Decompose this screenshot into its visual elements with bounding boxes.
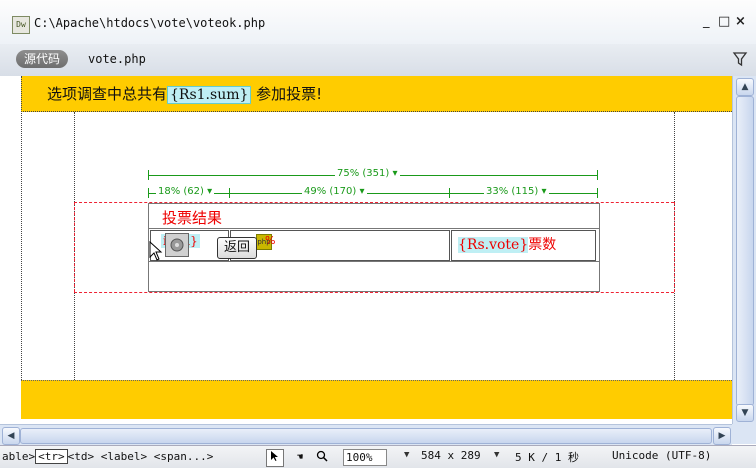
download-weight: 5 K / 1 秒 (515, 451, 579, 464)
column2-width-label[interactable]: 49% (170) ▾ (302, 186, 367, 197)
zoom-tool-icon[interactable] (313, 449, 331, 467)
tag-table[interactable]: able> (2, 450, 35, 463)
banner-suffix: 参加投票! (256, 85, 323, 103)
vote-count: {Rs.vote}票数 (458, 234, 556, 254)
scroll-left-arrow-icon[interactable]: ◀ (2, 427, 20, 445)
sum-variable[interactable]: {Rs1.sum} (167, 86, 252, 104)
percent-suffix: % (265, 234, 276, 247)
pointer-tool-icon[interactable] (266, 449, 284, 467)
result-title: 投票结果 (162, 209, 223, 227)
zoom-dropdown-icon[interactable]: ▼ (404, 450, 409, 460)
column-tick-3 (597, 188, 598, 198)
table-width-tick-right (597, 170, 598, 180)
column-tick-0 (148, 188, 149, 198)
banner-text: 选项调查中总共有 {Rs1.sum} 参加投票! (47, 83, 322, 104)
status-bar: able> <tr> <td> <label> <span...> ☚ 100% ▼… (0, 445, 756, 468)
tag-selector[interactable]: able> <tr> <td> <label> <span...> (2, 449, 214, 464)
dreamweaver-file-icon: Dw (12, 16, 30, 34)
footer-banner (21, 380, 732, 419)
design-canvas[interactable]: 选项调查中总共有 {Rs1.sum} 参加投票! 75% (351) ▾ 18% … (0, 76, 732, 424)
hand-tool-icon[interactable]: ☚ (291, 449, 309, 467)
source-code-button[interactable]: 源代码 (16, 50, 69, 68)
header-banner: 选项调查中总共有 {Rs1.sum} 参加投票! (21, 76, 732, 112)
window-size-dropdown-icon[interactable]: ▼ (494, 450, 499, 460)
vote-results-table[interactable]: 投票结果 item} php % {Rs.vote}票数 (148, 203, 600, 292)
document-path: C:\Apache\htdocs\vote\voteok.php (34, 16, 266, 30)
row-divider-2 (149, 261, 599, 262)
mouse-cursor-icon (149, 241, 163, 261)
tag-tr[interactable]: <tr> (35, 449, 68, 464)
column-tick-2 (449, 188, 450, 198)
table-outline-right (674, 202, 675, 292)
title-bar: Dw C:\Apache\htdocs\vote\voteok.php _ □ … (0, 0, 756, 45)
scroll-down-arrow-icon[interactable]: ▼ (736, 404, 754, 422)
horizontal-scroll-thumb[interactable] (20, 428, 712, 444)
window-size[interactable]: 584 x 289 (421, 449, 481, 462)
vote-suffix: 票数 (528, 237, 557, 253)
guide-top (21, 111, 732, 112)
row-divider-1 (149, 228, 599, 229)
column3-width-label[interactable]: 33% (115) ▾ (484, 186, 549, 197)
table-width-tick-left (148, 170, 149, 180)
vote-variable: {Rs.vote} (458, 237, 529, 253)
horizontal-scrollbar[interactable]: ◀ ▶ (0, 424, 732, 445)
related-file-tab[interactable]: vote.php (88, 52, 146, 66)
vertical-scrollbar[interactable]: ▲ ▼ (732, 76, 756, 424)
plugin-icon (165, 233, 189, 257)
table-outline-bottom (74, 292, 674, 293)
zoom-select[interactable]: 100% (343, 449, 387, 466)
scrollbar-corner (732, 424, 756, 444)
tag-rest[interactable]: <td> <label> <span...> (68, 450, 214, 463)
vertical-scroll-thumb[interactable] (736, 96, 754, 406)
close-button[interactable]: × (735, 14, 746, 29)
table-outline-left (74, 202, 75, 292)
document-toolbar: 源代码 vote.php (0, 44, 756, 77)
encoding: Unicode (UTF-8) (612, 449, 712, 462)
column-tick-1 (229, 188, 230, 198)
banner-prefix: 选项调查中总共有 (47, 85, 168, 103)
percent-cell[interactable]: php % (230, 230, 450, 261)
vote-count-cell[interactable]: {Rs.vote}票数 (451, 230, 596, 261)
column1-width-label[interactable]: 18% (62) ▾ (156, 186, 215, 197)
maximize-button[interactable]: □ (718, 14, 730, 29)
filter-icon[interactable] (732, 51, 748, 67)
return-button[interactable]: 返回 (217, 237, 258, 259)
minimize-button[interactable]: _ (703, 14, 710, 29)
guide-left (21, 76, 22, 418)
table-width-label[interactable]: 75% (351) ▾ (335, 168, 400, 179)
scroll-up-arrow-icon[interactable]: ▲ (736, 78, 754, 96)
scroll-right-arrow-icon[interactable]: ▶ (713, 427, 731, 445)
